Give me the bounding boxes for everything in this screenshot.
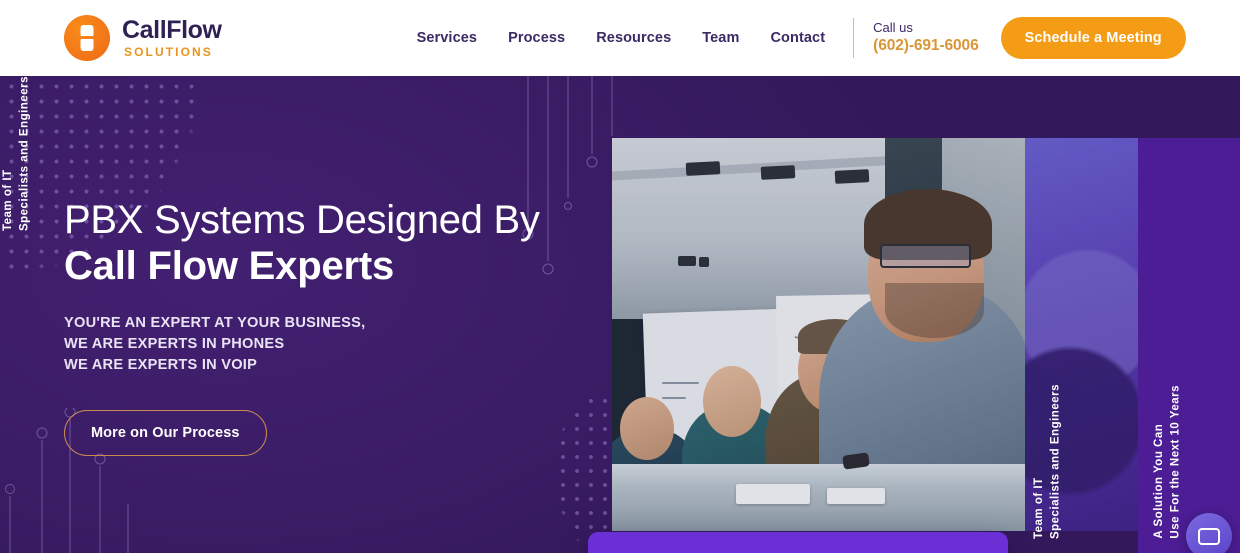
hero-heading-line2: Call Flow Experts (64, 243, 395, 288)
page-title: PBX Systems Designed By Call Flow Expert… (64, 198, 544, 289)
site-header: CallFlow SOLUTIONS Services Process Reso… (0, 0, 1240, 76)
logo-subtitle: SOLUTIONS (124, 45, 213, 59)
nav-item-process[interactable]: Process (508, 30, 565, 46)
nav-item-resources[interactable]: Resources (596, 30, 671, 46)
call-us-block[interactable]: Call us (602)-691-6006 (873, 20, 979, 56)
vtext-solution-line2: Use For the Next 10 Years (1169, 385, 1182, 539)
hero-media (612, 138, 1240, 553)
vtext-team-line2: Specialists and Engineers (1049, 383, 1062, 539)
team-photo (612, 138, 1025, 531)
vertical-caption-team-line1: Team of IT (2, 169, 14, 232)
experience-banner: 40 Years Combined Experience (588, 532, 1008, 553)
nav-item-contact[interactable]: Contact (770, 30, 825, 46)
more-on-our-process-button[interactable]: More on Our Process (64, 410, 267, 457)
schedule-meeting-button[interactable]: Schedule a Meeting (1000, 17, 1186, 59)
hero-copy: PBX Systems Designed By Call Flow Expert… (64, 198, 544, 457)
vtext-solution-line1: A Solution You Can (1153, 424, 1165, 539)
main-navigation: Services Process Resources Team Contact (417, 30, 826, 46)
phone-number[interactable]: (602)-691-6006 (873, 36, 979, 55)
hero-subtitle: YOU'RE AN EXPERT AT YOUR BUSINESS, WE AR… (64, 313, 544, 375)
vtext-team-line1: Team of IT (1033, 477, 1045, 539)
hero-subtitle-line3: WE ARE EXPERTS IN VOIP (64, 356, 258, 373)
logo-text: CallFlow SOLUTIONS (122, 16, 222, 59)
hero-subtitle-line2: WE ARE EXPERTS IN PHONES (64, 335, 285, 352)
chat-widget-button[interactable] (1186, 513, 1232, 553)
header-divider (853, 18, 855, 58)
chat-bubble-icon (1198, 527, 1220, 545)
hero-subtitle-line1: YOU'RE AN EXPERT AT YOUR BUSINESS, (64, 315, 366, 332)
callflow-logo-icon (64, 15, 110, 61)
hero-heading-line1: PBX Systems Designed By (64, 198, 540, 242)
vertical-text-solution-block: A Solution You Can Use For the Next 10 Y… (1151, 385, 1184, 539)
vertical-caption-team: Team of IT Specialists and Engineers (0, 76, 33, 231)
nav-item-services[interactable]: Services (417, 30, 477, 46)
vertical-caption-team-line2: Specialists and Engineers (18, 76, 31, 232)
nav-item-team[interactable]: Team (702, 30, 739, 46)
vertical-text-team-block: Team of IT Specialists and Engineers (1031, 384, 1064, 539)
logo[interactable]: CallFlow SOLUTIONS (64, 15, 222, 61)
call-us-label: Call us (873, 20, 913, 36)
logo-name: CallFlow (122, 16, 222, 44)
